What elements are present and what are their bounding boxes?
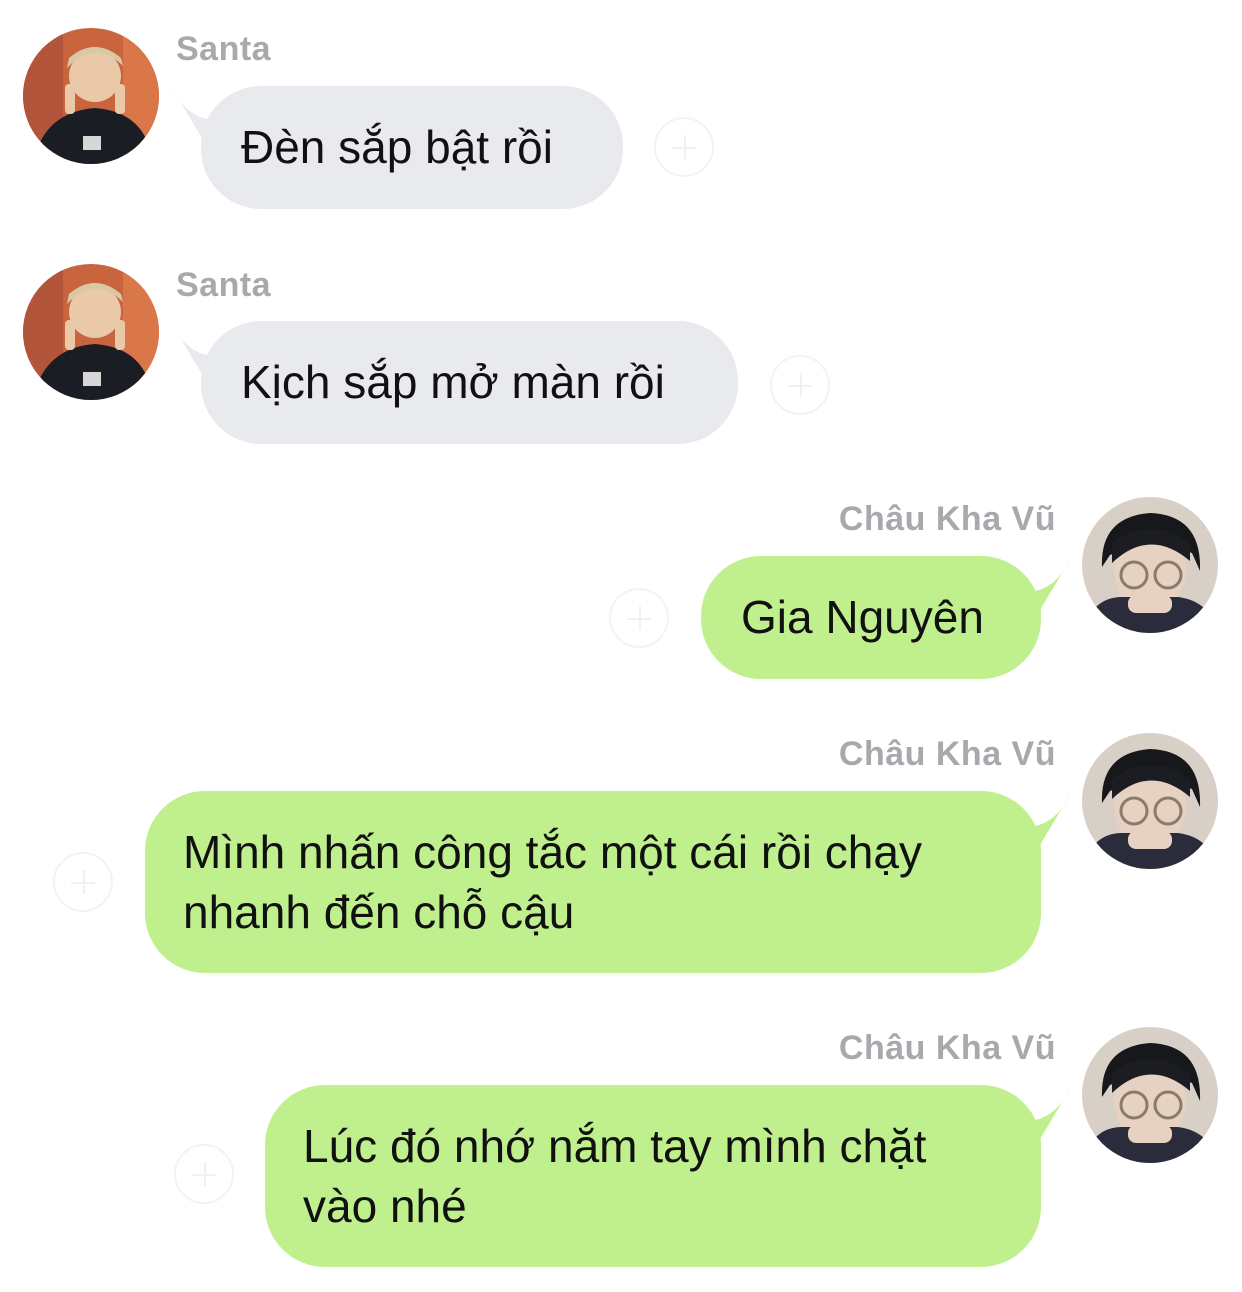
message-bubble[interactable]: Lúc đó nhớ nắm tay mình chặt vào nhé xyxy=(265,1085,1041,1267)
santa-avatar[interactable] xyxy=(23,264,159,400)
message-text: Kịch sắp mở màn rồi xyxy=(241,356,665,408)
santa-avatar[interactable] xyxy=(23,28,159,164)
message-text-line: nhanh đến chỗ cậu xyxy=(183,886,575,938)
message-bubble[interactable]: Mình nhấn công tắc một cái rồi chạy nhan… xyxy=(145,791,1041,973)
message-text: Gia Nguyên xyxy=(741,591,984,643)
message-text: Đèn sắp bật rồi xyxy=(241,121,553,173)
message-bubble[interactable]: Gia Nguyên xyxy=(701,556,1041,679)
sender-name: Santa xyxy=(176,266,272,304)
message-bubble[interactable]: Kịch sắp mở màn rồi xyxy=(201,321,738,444)
sender-name: Châu Kha Vũ xyxy=(838,1029,1056,1067)
chau-kha-vu-avatar[interactable] xyxy=(1082,733,1218,869)
sender-name: Santa xyxy=(176,30,272,68)
message-bubble[interactable]: Đèn sắp bật rồi xyxy=(201,86,623,209)
chau-kha-vu-avatar[interactable] xyxy=(1082,1027,1218,1163)
message-text-line: vào nhé xyxy=(303,1180,467,1232)
add-reaction-icon[interactable] xyxy=(609,588,669,648)
add-reaction-icon[interactable] xyxy=(770,355,830,415)
message-text-line: Mình nhấn công tắc một cái rồi chạy xyxy=(183,826,922,878)
sender-name: Châu Kha Vũ xyxy=(838,500,1056,538)
sender-name: Châu Kha Vũ xyxy=(838,735,1056,773)
add-reaction-icon[interactable] xyxy=(654,117,714,177)
message-text-line: Lúc đó nhớ nắm tay mình chặt xyxy=(303,1120,927,1172)
add-reaction-icon[interactable] xyxy=(53,852,113,912)
chau-kha-vu-avatar[interactable] xyxy=(1082,497,1218,633)
add-reaction-icon[interactable] xyxy=(174,1144,234,1204)
